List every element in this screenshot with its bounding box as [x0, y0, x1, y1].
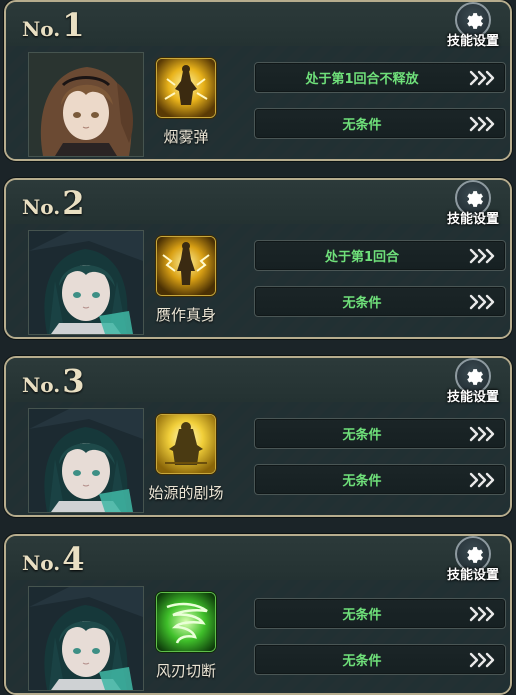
skill-slot-card: No.2 赝作真身 处于第1回合 无条件 技能设置 [4, 178, 512, 339]
condition-text: 无条件 [342, 296, 382, 311]
skill-settings-button[interactable]: 技能设置 [440, 536, 506, 584]
teal-haired-girl-avatar [29, 231, 143, 334]
slot-number-label: No.2 [22, 184, 85, 222]
skill-slot-card: No.4 风刃切断 无条件 无条件 技能设置 [4, 534, 512, 695]
triple-chevron-icon [469, 472, 497, 488]
condition-text: 无条件 [342, 474, 382, 489]
smoke-bomb-icon[interactable] [156, 58, 216, 118]
triple-chevron-icon [469, 116, 497, 132]
skill-settings-button[interactable]: 技能设置 [440, 2, 506, 50]
character-portrait[interactable] [28, 230, 144, 335]
figure-lightning-icon[interactable] [156, 236, 216, 296]
triple-chevron-icon [469, 70, 497, 86]
character-portrait[interactable] [28, 586, 144, 691]
teal-haired-girl-avatar [29, 409, 143, 512]
condition-2-button[interactable]: 无条件 [254, 108, 506, 139]
character-portrait[interactable] [28, 408, 144, 513]
condition-text: 无条件 [342, 118, 382, 133]
condition-text: 无条件 [342, 608, 382, 623]
settings-label: 技能设置 [446, 390, 499, 405]
skill-slot-card: No.3 始源的剧场 无条件 无条件 技能设置 [4, 356, 512, 517]
triple-chevron-icon [469, 248, 497, 264]
triple-chevron-icon [469, 294, 497, 310]
slot-number-label: No.1 [22, 6, 85, 44]
settings-label: 技能设置 [446, 568, 499, 583]
condition-text: 无条件 [342, 428, 382, 443]
wind-blade-icon[interactable] [156, 592, 216, 652]
skill-name: 烟雾弹 [163, 128, 209, 146]
skill-name: 风刃切断 [155, 662, 216, 680]
slot-number-label: No.3 [22, 362, 85, 400]
skill-settings-button[interactable]: 技能设置 [440, 358, 506, 406]
condition-2-button[interactable]: 无条件 [254, 644, 506, 675]
skill-settings-button[interactable]: 技能设置 [440, 180, 506, 228]
triple-chevron-icon [469, 426, 497, 442]
triple-chevron-icon [469, 652, 497, 668]
condition-1-button[interactable]: 处于第1回合 [254, 240, 506, 271]
brown-haired-girl-avatar [29, 53, 143, 156]
condition-1-button[interactable]: 无条件 [254, 598, 506, 629]
settings-label: 技能设置 [446, 212, 499, 227]
condition-1-button[interactable]: 无条件 [254, 418, 506, 449]
triple-chevron-icon [469, 606, 497, 622]
condition-text: 无条件 [342, 654, 382, 669]
slot-number-label: No.4 [22, 540, 85, 578]
character-portrait[interactable] [28, 52, 144, 157]
condition-1-button[interactable]: 处于第1回合不释放 [254, 62, 506, 93]
condition-2-button[interactable]: 无条件 [254, 286, 506, 317]
settings-label: 技能设置 [446, 34, 499, 49]
teal-haired-girl-avatar [29, 587, 143, 690]
condition-2-button[interactable]: 无条件 [254, 464, 506, 495]
condition-text: 处于第1回合 [324, 250, 400, 265]
theater-figure-icon[interactable] [156, 414, 216, 474]
skill-name: 始源的剧场 [148, 484, 224, 502]
skill-slot-card: No.1 烟雾弹 处于第1回合不释放 无条件 技能设置 [4, 0, 512, 161]
skill-name: 赝作真身 [155, 306, 216, 324]
condition-text: 处于第1回合不释放 [305, 72, 419, 87]
